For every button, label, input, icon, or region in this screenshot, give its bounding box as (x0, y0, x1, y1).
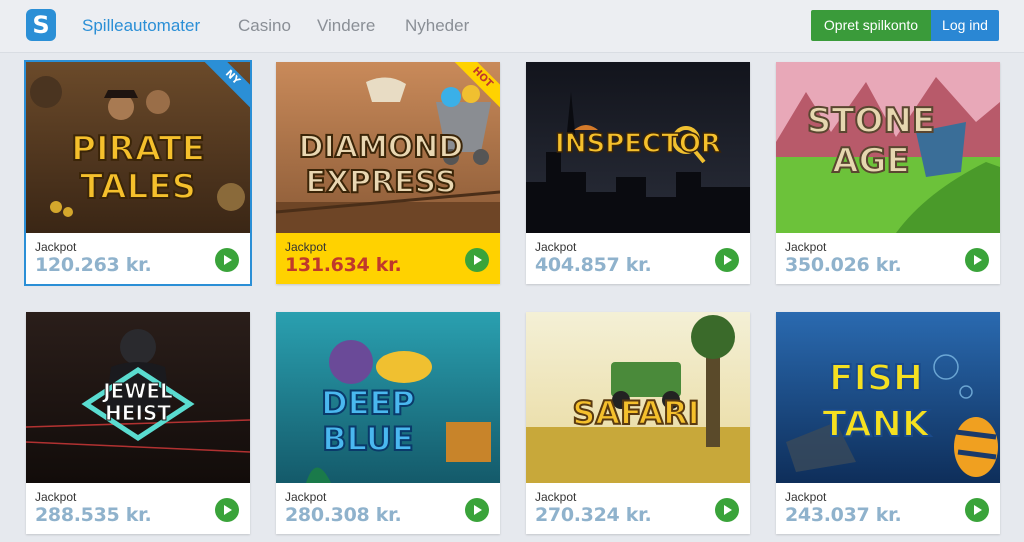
game-title-line: AGE (832, 141, 909, 181)
game-thumbnail[interactable]: INSPECTOR (526, 62, 750, 233)
play-icon[interactable] (715, 248, 739, 272)
game-title-line: FISH (829, 358, 923, 399)
game-title-line: DIAMOND (299, 130, 464, 165)
nav-vindere[interactable]: Vindere (317, 16, 375, 36)
jackpot-label: Jackpot (535, 490, 577, 504)
game-card-inspector[interactable]: INSPECTOR Jackpot 404.857 kr. (526, 62, 750, 284)
game-thumbnail[interactable]: JEWEL HEIST (26, 312, 250, 483)
game-thumbnail[interactable]: FISH TANK (776, 312, 1000, 483)
jackpot-label: Jackpot (535, 240, 577, 254)
jackpot-label: Jackpot (35, 490, 77, 504)
jackpot-label: Jackpot (35, 240, 77, 254)
game-title-line: TANK (822, 404, 931, 445)
game-title-line: SAFARI (572, 394, 699, 432)
jackpot-amount: 404.857 kr. (535, 254, 652, 276)
card-footer: Jackpot 350.026 kr. (776, 233, 1000, 284)
game-title-line: JEWEL (101, 379, 173, 403)
game-title-line: PIRATE (71, 129, 205, 169)
game-title-line: DEEP (321, 384, 415, 422)
play-icon[interactable] (965, 248, 989, 272)
card-footer: Jackpot 404.857 kr. (526, 233, 750, 284)
play-icon[interactable] (465, 248, 489, 272)
jackpot-label: Jackpot (285, 490, 327, 504)
game-title-line: TALES (80, 167, 196, 207)
game-card-stone-age[interactable]: STONE AGE Jackpot 350.026 kr. (776, 62, 1000, 284)
game-card-deep-blue[interactable]: DEEP BLUE Jackpot 280.308 kr. (276, 312, 500, 534)
site-logo[interactable]: S (26, 9, 56, 41)
game-thumbnail[interactable]: PIRATE TALES NY (26, 62, 250, 233)
game-card-jewel-heist[interactable]: JEWEL HEIST Jackpot 288.535 kr. (26, 312, 250, 534)
card-footer: Jackpot 288.535 kr. (26, 483, 250, 534)
game-title-line: HEIST (105, 401, 171, 425)
play-icon[interactable] (215, 248, 239, 272)
card-footer: Jackpot 270.324 kr. (526, 483, 750, 534)
jackpot-amount: 270.324 kr. (535, 504, 652, 526)
game-card-diamond-express[interactable]: DIAMOND EXPRESS HOT Jackpot 131.634 kr. (276, 62, 500, 284)
game-thumbnail[interactable]: DIAMOND EXPRESS HOT (276, 62, 500, 233)
game-card-pirate-tales[interactable]: PIRATE TALES NY Jackpot 120.263 kr. (24, 60, 252, 286)
play-icon[interactable] (465, 498, 489, 522)
login-button[interactable]: Log ind (931, 10, 999, 41)
game-card-fish-tank[interactable]: FISH TANK Jackpot 243.037 kr. (776, 312, 1000, 534)
play-icon[interactable] (215, 498, 239, 522)
game-title-line: STONE (807, 101, 935, 141)
top-navigation-bar: S Spilleautomater Casino Vindere Nyheder… (0, 0, 1024, 53)
jackpot-amount: 120.263 kr. (35, 254, 152, 276)
card-footer: Jackpot 243.037 kr. (776, 483, 1000, 534)
jackpot-amount: 243.037 kr. (785, 504, 902, 526)
jackpot-label: Jackpot (785, 490, 827, 504)
game-thumbnail[interactable]: STONE AGE (776, 62, 1000, 233)
nav-casino[interactable]: Casino (238, 16, 291, 36)
jackpot-label: Jackpot (285, 240, 327, 254)
nav-nyheder[interactable]: Nyheder (405, 16, 469, 36)
game-thumbnail[interactable]: SAFARI (526, 312, 750, 483)
play-icon[interactable] (965, 498, 989, 522)
game-title-line: INSPECTOR (555, 129, 721, 159)
jackpot-label: Jackpot (785, 240, 827, 254)
game-title-line: BLUE (322, 420, 413, 458)
jackpot-amount: 131.634 kr. (285, 254, 402, 276)
card-footer: Jackpot 120.263 kr. (26, 233, 250, 284)
nav-spilleautomater[interactable]: Spilleautomater (82, 16, 200, 36)
game-card-safari[interactable]: SAFARI Jackpot 270.324 kr. (526, 312, 750, 534)
game-title-line: EXPRESS (305, 165, 456, 200)
play-icon[interactable] (715, 498, 739, 522)
card-footer: Jackpot 280.308 kr. (276, 483, 500, 534)
game-thumbnail[interactable]: DEEP BLUE (276, 312, 500, 483)
card-footer: Jackpot 131.634 kr. (276, 233, 500, 284)
jackpot-amount: 350.026 kr. (785, 254, 902, 276)
signup-button[interactable]: Opret spilkonto (811, 10, 931, 41)
jackpot-amount: 280.308 kr. (285, 504, 402, 526)
jackpot-amount: 288.535 kr. (35, 504, 152, 526)
